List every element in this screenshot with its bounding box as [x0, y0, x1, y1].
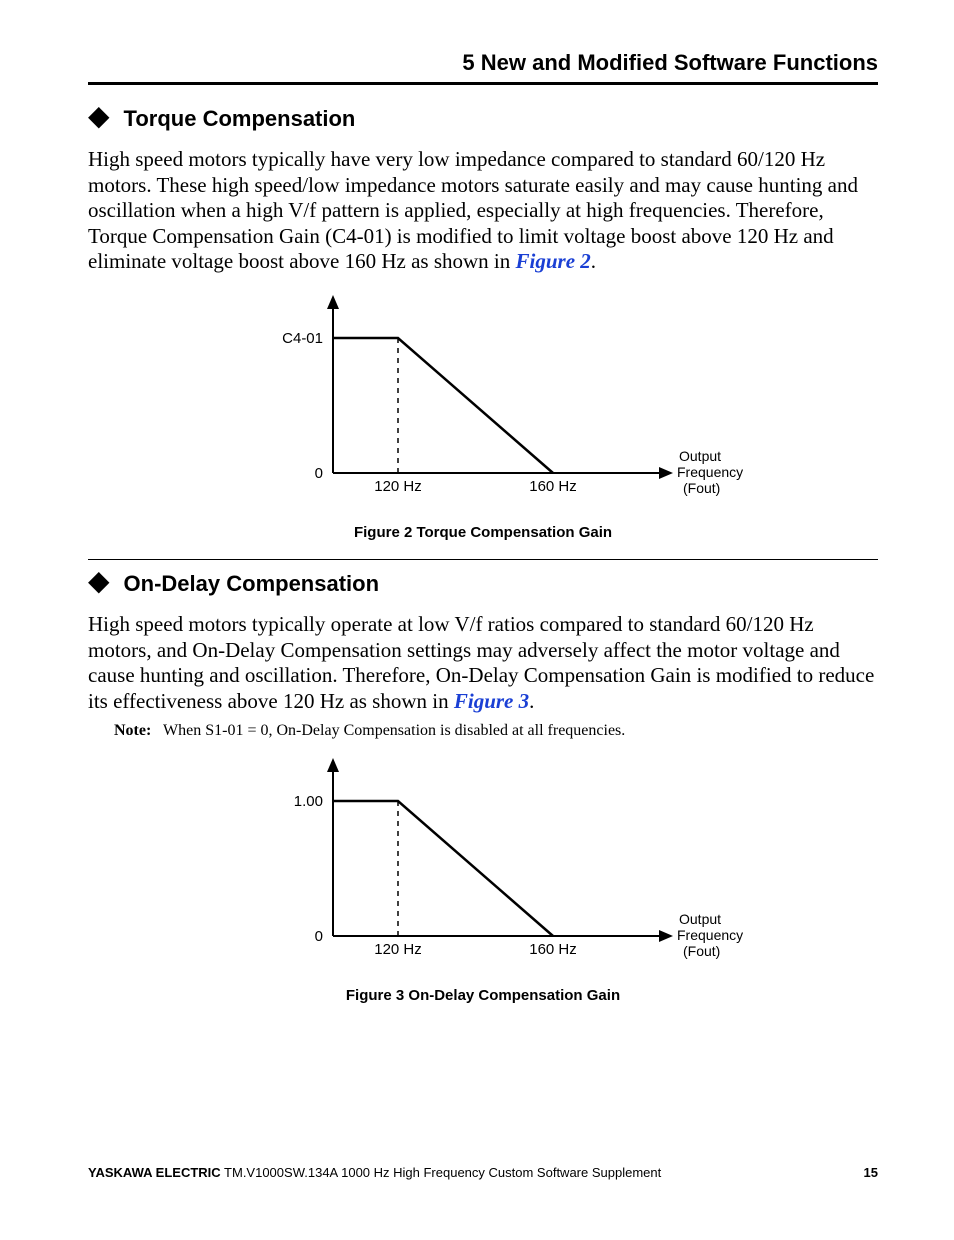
note-text: When S1-01 = 0, On-Delay Compensation is… [163, 722, 625, 739]
paragraph-text-post: . [529, 689, 534, 713]
x-axis-label-line1: Output [679, 911, 721, 927]
note: Note: When S1-01 = 0, On-Delay Compensat… [114, 722, 878, 740]
figure-3-caption: Figure 3 On-Delay Compensation Gain [88, 987, 878, 1004]
x-axis-label-line3: (Fout) [683, 943, 720, 959]
section-on-delay-compensation: ◆ On-Delay Compensation High speed motor… [88, 570, 878, 1004]
origin-label: 0 [315, 928, 323, 945]
diamond-bullet-icon: ◆ [88, 103, 110, 131]
figure-3: 1.00 0 120 Hz 160 Hz Output Frequency (F… [88, 746, 878, 981]
footer-doc: TM.V1000SW.134A 1000 Hz High Frequency C… [221, 1165, 662, 1180]
section-torque-compensation: ◆ Torque Compensation High speed motors … [88, 105, 878, 560]
figure-reference-link[interactable]: Figure 2 [516, 249, 591, 273]
figure-reference-link[interactable]: Figure 3 [454, 689, 529, 713]
section1-paragraph: High speed motors typically have very lo… [88, 147, 878, 275]
figure-2: C4-01 0 120 Hz 160 Hz Output Frequency (… [88, 283, 878, 518]
x-tick-160: 160 Hz [529, 941, 577, 958]
footer-page-number: 15 [864, 1165, 878, 1180]
running-header: 5 New and Modified Software Functions [88, 50, 878, 85]
origin-label: 0 [315, 465, 323, 482]
x-tick-160: 160 Hz [529, 478, 577, 495]
y-top-label: C4-01 [282, 330, 323, 347]
x-axis-label-line1: Output [679, 448, 721, 464]
note-label: Note: [114, 722, 151, 739]
x-tick-120: 120 Hz [374, 941, 422, 958]
x-axis-label-line3: (Fout) [683, 480, 720, 496]
diamond-bullet-icon: ◆ [88, 568, 110, 596]
x-axis-label-line2: Frequency [677, 464, 743, 480]
paragraph-text-pre: High speed motors typically have very lo… [88, 147, 858, 273]
x-tick-120: 120 Hz [374, 478, 422, 495]
section-title: Torque Compensation [124, 106, 356, 132]
figure-2-caption: Figure 2 Torque Compensation Gain [88, 524, 878, 541]
section-title: On-Delay Compensation [124, 571, 379, 597]
section2-paragraph: High speed motors typically operate at l… [88, 612, 878, 714]
footer-brand: YASKAWA ELECTRIC [88, 1165, 221, 1180]
y-top-label: 1.00 [294, 793, 323, 810]
footer-left: YASKAWA ELECTRIC TM.V1000SW.134A 1000 Hz… [88, 1165, 661, 1180]
x-axis-label-line2: Frequency [677, 927, 743, 943]
page-footer: YASKAWA ELECTRIC TM.V1000SW.134A 1000 Hz… [88, 1165, 878, 1180]
paragraph-text-post: . [591, 249, 596, 273]
